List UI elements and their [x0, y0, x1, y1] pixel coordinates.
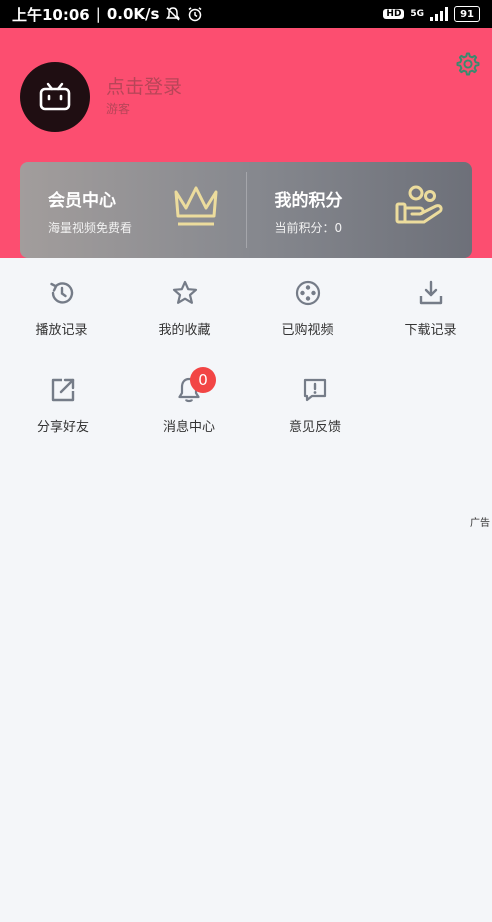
- settings-button[interactable]: [454, 50, 482, 78]
- film-reel-icon: [295, 280, 320, 306]
- status-time: 上午10:06: [12, 5, 90, 24]
- status-net-speed: 0.0K/s: [106, 5, 160, 23]
- grid-row: 播放记录 我的收藏 已购视频 下载记录: [0, 266, 492, 363]
- user-role: 游客: [106, 102, 131, 116]
- grid-item-favorites[interactable]: 我的收藏: [123, 266, 246, 363]
- tv-mascot-icon: [39, 82, 71, 111]
- feedback-icon: [303, 378, 327, 402]
- crown-icon: [174, 186, 217, 226]
- grid-item-feedback[interactable]: 意见反馈: [252, 363, 378, 460]
- coins-hand-icon: [395, 185, 443, 224]
- grid-item-share-friends[interactable]: 分享好友: [0, 363, 126, 460]
- ad-label: 广告: [470, 518, 490, 529]
- grid-item-label: 意见反馈: [288, 420, 341, 435]
- feature-grid: 播放记录 我的收藏 已购视频 下载记录 分享好友 0 消息中心 意见反馈: [0, 266, 492, 460]
- status-bar: 上午10:06 | 0.0K/s HD 5G 91: [0, 0, 492, 28]
- network-type: 5G: [410, 9, 425, 19]
- history-icon: [49, 282, 73, 304]
- grid-item-label: 播放记录: [35, 323, 88, 338]
- vip-center-card[interactable]: 会员中心 海量视频免费看: [20, 162, 246, 258]
- grid-item-download-history[interactable]: 下载记录: [369, 266, 492, 363]
- signal-icon: [430, 7, 449, 21]
- grid-item-message-center[interactable]: 0 消息中心: [126, 363, 252, 460]
- grid-item-label: 我的收藏: [158, 323, 211, 338]
- avatar[interactable]: [20, 62, 90, 132]
- grid-row: 分享好友 0 消息中心 意见反馈: [0, 363, 492, 460]
- grid-item-label: 下载记录: [404, 323, 457, 338]
- grid-item-play-history[interactable]: 播放记录: [0, 266, 123, 363]
- mute-icon: [166, 7, 181, 21]
- download-icon: [419, 280, 442, 305]
- battery-icon: 91: [454, 6, 480, 22]
- star-icon: [172, 280, 197, 304]
- unread-badge: 0: [190, 367, 216, 393]
- share-icon: [51, 378, 75, 402]
- membership-card: 会员中心 海量视频免费看 我的积分 当前积分：0: [20, 162, 472, 258]
- grid-item-label: 已购视频: [281, 323, 334, 338]
- grid-item-purchased-videos[interactable]: 已购视频: [246, 266, 369, 363]
- grid-item-label: 消息中心: [162, 420, 215, 435]
- hd-badge: HD: [383, 9, 405, 19]
- alarm-icon: [188, 7, 202, 22]
- gear-icon: [456, 52, 480, 76]
- battery-level: 91: [460, 8, 474, 20]
- profile-header: 点击登录 游客 会员中心 海量视频免费看 我的积分 当前积分：0: [0, 28, 492, 258]
- points-card[interactable]: 我的积分 当前积分：0: [247, 162, 473, 258]
- login-prompt[interactable]: 点击登录: [106, 72, 182, 99]
- grid-item-label: 分享好友: [36, 420, 89, 435]
